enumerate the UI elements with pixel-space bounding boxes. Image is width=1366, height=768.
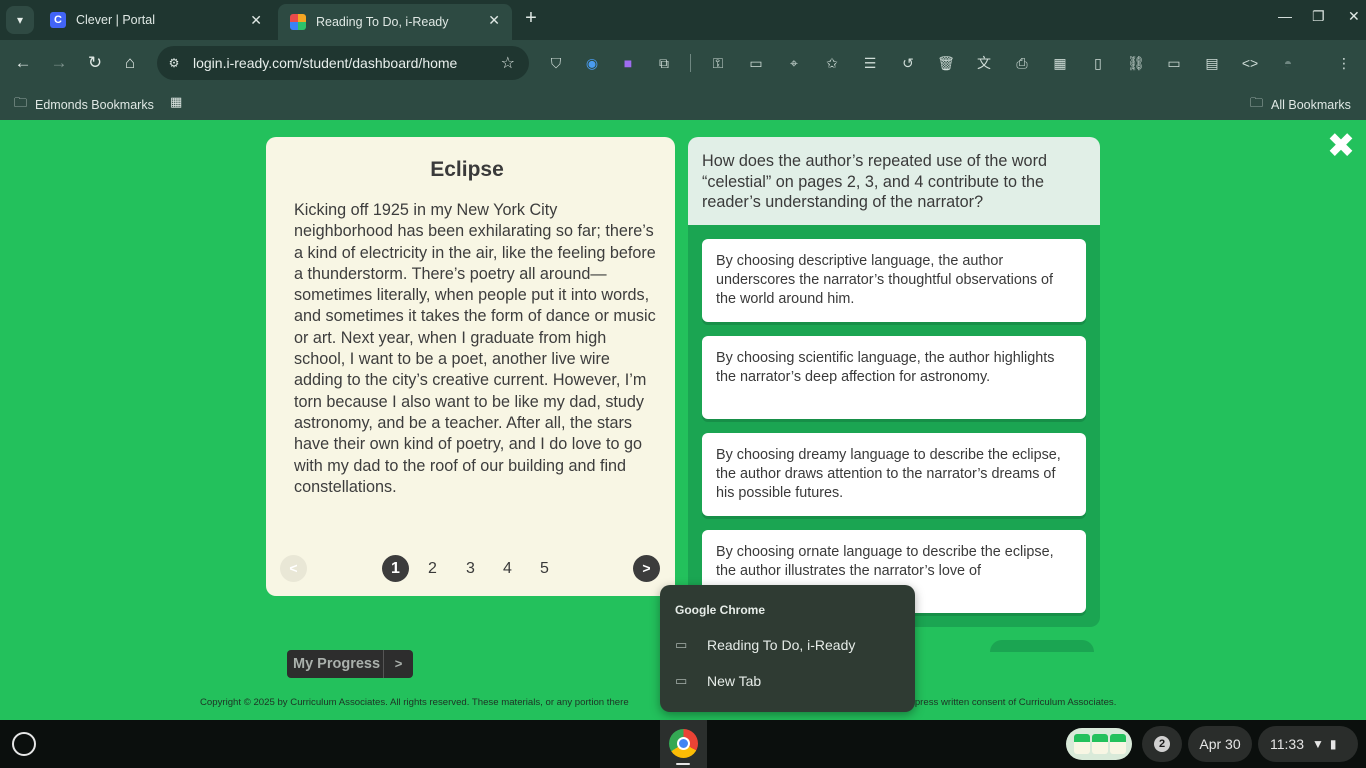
popup-item-label: Reading To Do, i-Ready — [707, 637, 856, 653]
popup-item-reading[interactable]: ▭ Reading To Do, i-Ready — [675, 631, 900, 659]
bookmarks-bar: 🗀 Edmonds Bookmarks ▦ 🗀 All Bookmarks — [0, 86, 1366, 120]
bookmark-label: Edmonds Bookmarks — [35, 98, 154, 112]
popup-item-label: New Tab — [707, 673, 762, 689]
reading-list-icon[interactable]: ☰ — [860, 53, 880, 73]
favorites-icon[interactable]: ✩ — [822, 53, 842, 73]
iready-icon — [290, 14, 306, 30]
question-header: How does the author’s repeated use of th… — [688, 137, 1100, 225]
cast-icon[interactable]: ▭ — [1164, 53, 1184, 73]
notification-badge: 2 — [1154, 736, 1170, 752]
toolbar-divider — [690, 54, 691, 72]
my-progress-label: My Progress — [293, 656, 381, 672]
puzzle-extensions-icon[interactable]: ⧉ — [654, 53, 674, 73]
home-icon[interactable]: ⌂ — [119, 52, 141, 74]
close-icon[interactable]: ✕ — [250, 12, 262, 29]
launcher-icon[interactable] — [12, 732, 36, 756]
restore-icon[interactable]: ❐ — [1312, 8, 1325, 25]
translate-icon[interactable]: 文 — [974, 53, 994, 73]
tab-title: Clever | Portal — [76, 13, 155, 27]
page-2-button[interactable]: 2 — [419, 555, 446, 582]
tab-clever[interactable]: C Clever | Portal ✕ — [38, 4, 274, 36]
apps-grid-icon[interactable]: ▦ — [170, 94, 190, 110]
copyright-text: Copyright © 2025 by Curriculum Associate… — [200, 697, 629, 708]
print-icon[interactable]: ⎙ — [1012, 53, 1032, 73]
notification-counter[interactable]: 2 — [1142, 726, 1182, 762]
site-info-icon[interactable]: ⚙ — [165, 54, 183, 72]
code-icon[interactable]: <> — [1240, 53, 1260, 73]
fw-extension-icon[interactable]: ■ — [618, 53, 638, 73]
key-icon[interactable]: ⚿ — [708, 53, 728, 73]
location-pin-icon[interactable]: ⌖ — [784, 53, 804, 73]
back-arrow-icon[interactable]: ← — [12, 52, 34, 74]
copyright-text-tail: thout express written consent of Curricu… — [880, 697, 1117, 708]
my-progress-button[interactable]: My Progress > — [287, 650, 413, 678]
wifi-icon: ▼ — [1312, 737, 1324, 751]
link-icon[interactable]: ⛓ — [1126, 53, 1146, 73]
date-pill[interactable]: Apr 30 — [1188, 726, 1252, 762]
bookmark-folder-edmonds[interactable]: 🗀 Edmonds Bookmarks — [14, 94, 154, 116]
tab-search-chevron-icon[interactable]: ▾ — [6, 6, 34, 34]
folder-icon: 🗀 — [1250, 95, 1264, 110]
more-menu-icon[interactable]: ⋮ — [1334, 53, 1354, 73]
close-icon[interactable]: ✕ — [488, 12, 500, 29]
window-icon: ▭ — [675, 673, 688, 688]
time-text: 11:33 — [1270, 736, 1304, 752]
table-icon[interactable]: ▤ — [1202, 53, 1222, 73]
history-icon[interactable]: ↺ — [898, 53, 918, 73]
reload-icon[interactable]: ↻ — [84, 52, 106, 74]
answer-choice-a[interactable]: By choosing descriptive language, the au… — [702, 239, 1086, 322]
page-4-button[interactable]: 4 — [494, 555, 521, 582]
page-5-button[interactable]: 5 — [531, 555, 558, 582]
page-3-button[interactable]: 3 — [457, 555, 484, 582]
clever-icon: C — [50, 12, 66, 28]
status-area[interactable]: 11:33 ▼ ▮ — [1258, 726, 1358, 762]
submit-button-edge[interactable] — [990, 640, 1094, 652]
page-1-button[interactable]: 1 — [382, 555, 409, 582]
bookmark-label: All Bookmarks — [1271, 98, 1351, 112]
chrome-windows-popup: Google Chrome ▭ Reading To Do, i-Ready ▭… — [660, 585, 915, 712]
question-panel: How does the author’s repeated use of th… — [688, 137, 1100, 627]
passage-title: Eclipse — [430, 158, 504, 181]
forward-arrow-icon[interactable]: → — [48, 52, 70, 74]
passage-text: Kicking off 1925 in my New York City nei… — [294, 201, 656, 496]
popup-item-newtab[interactable]: ▭ New Tab — [675, 667, 900, 695]
chevron-right-icon: > — [383, 650, 413, 678]
new-tab-plus-icon[interactable]: + — [520, 8, 542, 30]
answer-choice-c[interactable]: By choosing dreamy language to describe … — [702, 433, 1086, 516]
battery-icon: ▮ — [1329, 737, 1337, 751]
browser-toolbar: ← → ↻ ⌂ ⚙ login.i-ready.com/student/dash… — [0, 40, 1366, 86]
popup-title: Google Chrome — [675, 603, 766, 617]
vpn-extension-icon[interactable]: ◉ — [582, 53, 602, 73]
reading-mode-icon[interactable]: ▯ — [1088, 53, 1108, 73]
chrome-icon — [669, 729, 698, 758]
qr-code-icon[interactable]: ▦ — [1050, 53, 1070, 73]
tab-title: Reading To Do, i-Ready — [316, 15, 449, 29]
window-close-icon[interactable]: ✕ — [1348, 8, 1360, 25]
folder-icon: 🗀 — [14, 95, 28, 110]
trash-icon[interactable]: 🗑 — [936, 53, 956, 73]
card-icon[interactable]: ▭ — [746, 53, 766, 73]
address-bar[interactable]: ⚙ login.i-ready.com/student/dashboard/ho… — [157, 46, 529, 80]
answer-choice-b[interactable]: By choosing scientific language, the aut… — [702, 336, 1086, 419]
close-lesson-icon[interactable]: ✖ — [1326, 129, 1356, 163]
tab-strip: ▾ C Clever | Portal ✕ Reading To Do, i-R… — [0, 0, 1366, 40]
holding-space-thumbnails[interactable] — [1066, 728, 1132, 760]
chrome-app-button[interactable] — [660, 720, 707, 768]
bookmark-star-icon[interactable]: ☆ — [501, 53, 515, 73]
tab-iready[interactable]: Reading To Do, i-Ready ✕ — [278, 4, 512, 40]
window-icon: ▭ — [675, 637, 688, 652]
question-text: How does the author’s repeated use of th… — [702, 152, 1047, 211]
shield-extension-icon[interactable]: ⛉ — [546, 53, 566, 73]
bookmark-folder-all[interactable]: 🗀 All Bookmarks — [1250, 94, 1351, 116]
incognito-icon[interactable]: ◓ — [1278, 53, 1298, 73]
prev-page-button[interactable]: < — [280, 555, 307, 582]
minimize-icon[interactable]: — — [1278, 8, 1292, 24]
running-indicator — [676, 763, 690, 765]
next-page-button[interactable]: > — [633, 555, 660, 582]
date-text: Apr 30 — [1199, 736, 1241, 752]
url-text[interactable]: login.i-ready.com/student/dashboard/home — [193, 55, 457, 71]
